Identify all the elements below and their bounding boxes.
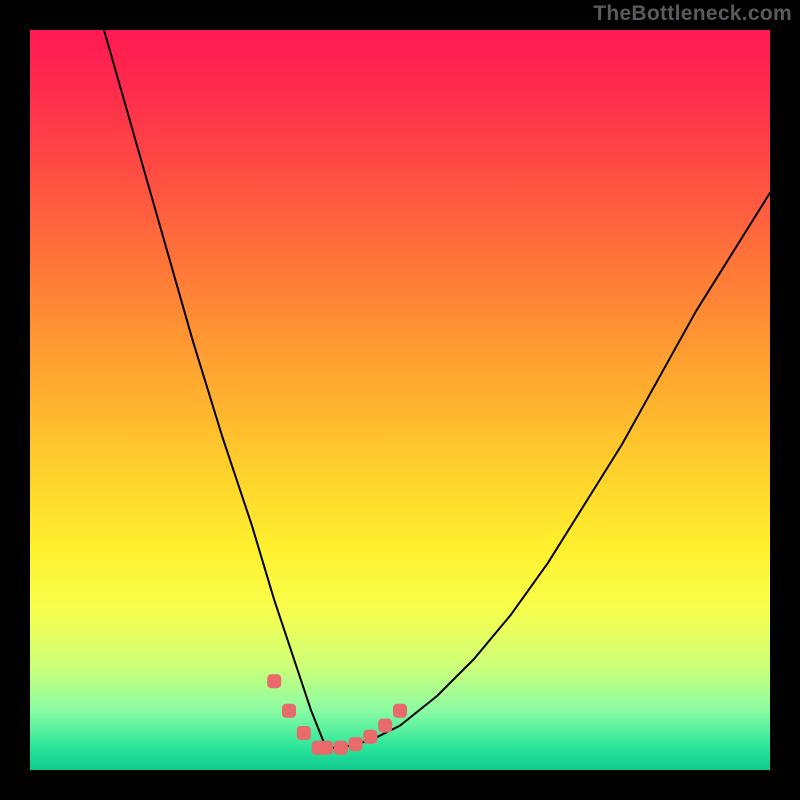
curve-layer [30, 30, 770, 770]
watermark-text: TheBottleneck.com [593, 2, 792, 26]
marker-point [297, 726, 311, 740]
plot-area [30, 30, 770, 770]
marker-point [334, 741, 348, 755]
highlight-markers [267, 674, 407, 755]
marker-point [393, 704, 407, 718]
marker-point [349, 737, 363, 751]
marker-point [378, 719, 392, 733]
chart-frame: TheBottleneck.com [0, 0, 800, 800]
marker-point [282, 704, 296, 718]
marker-point [267, 674, 281, 688]
marker-point [363, 730, 377, 744]
marker-point [319, 741, 333, 755]
bottleneck-curve [104, 30, 770, 748]
